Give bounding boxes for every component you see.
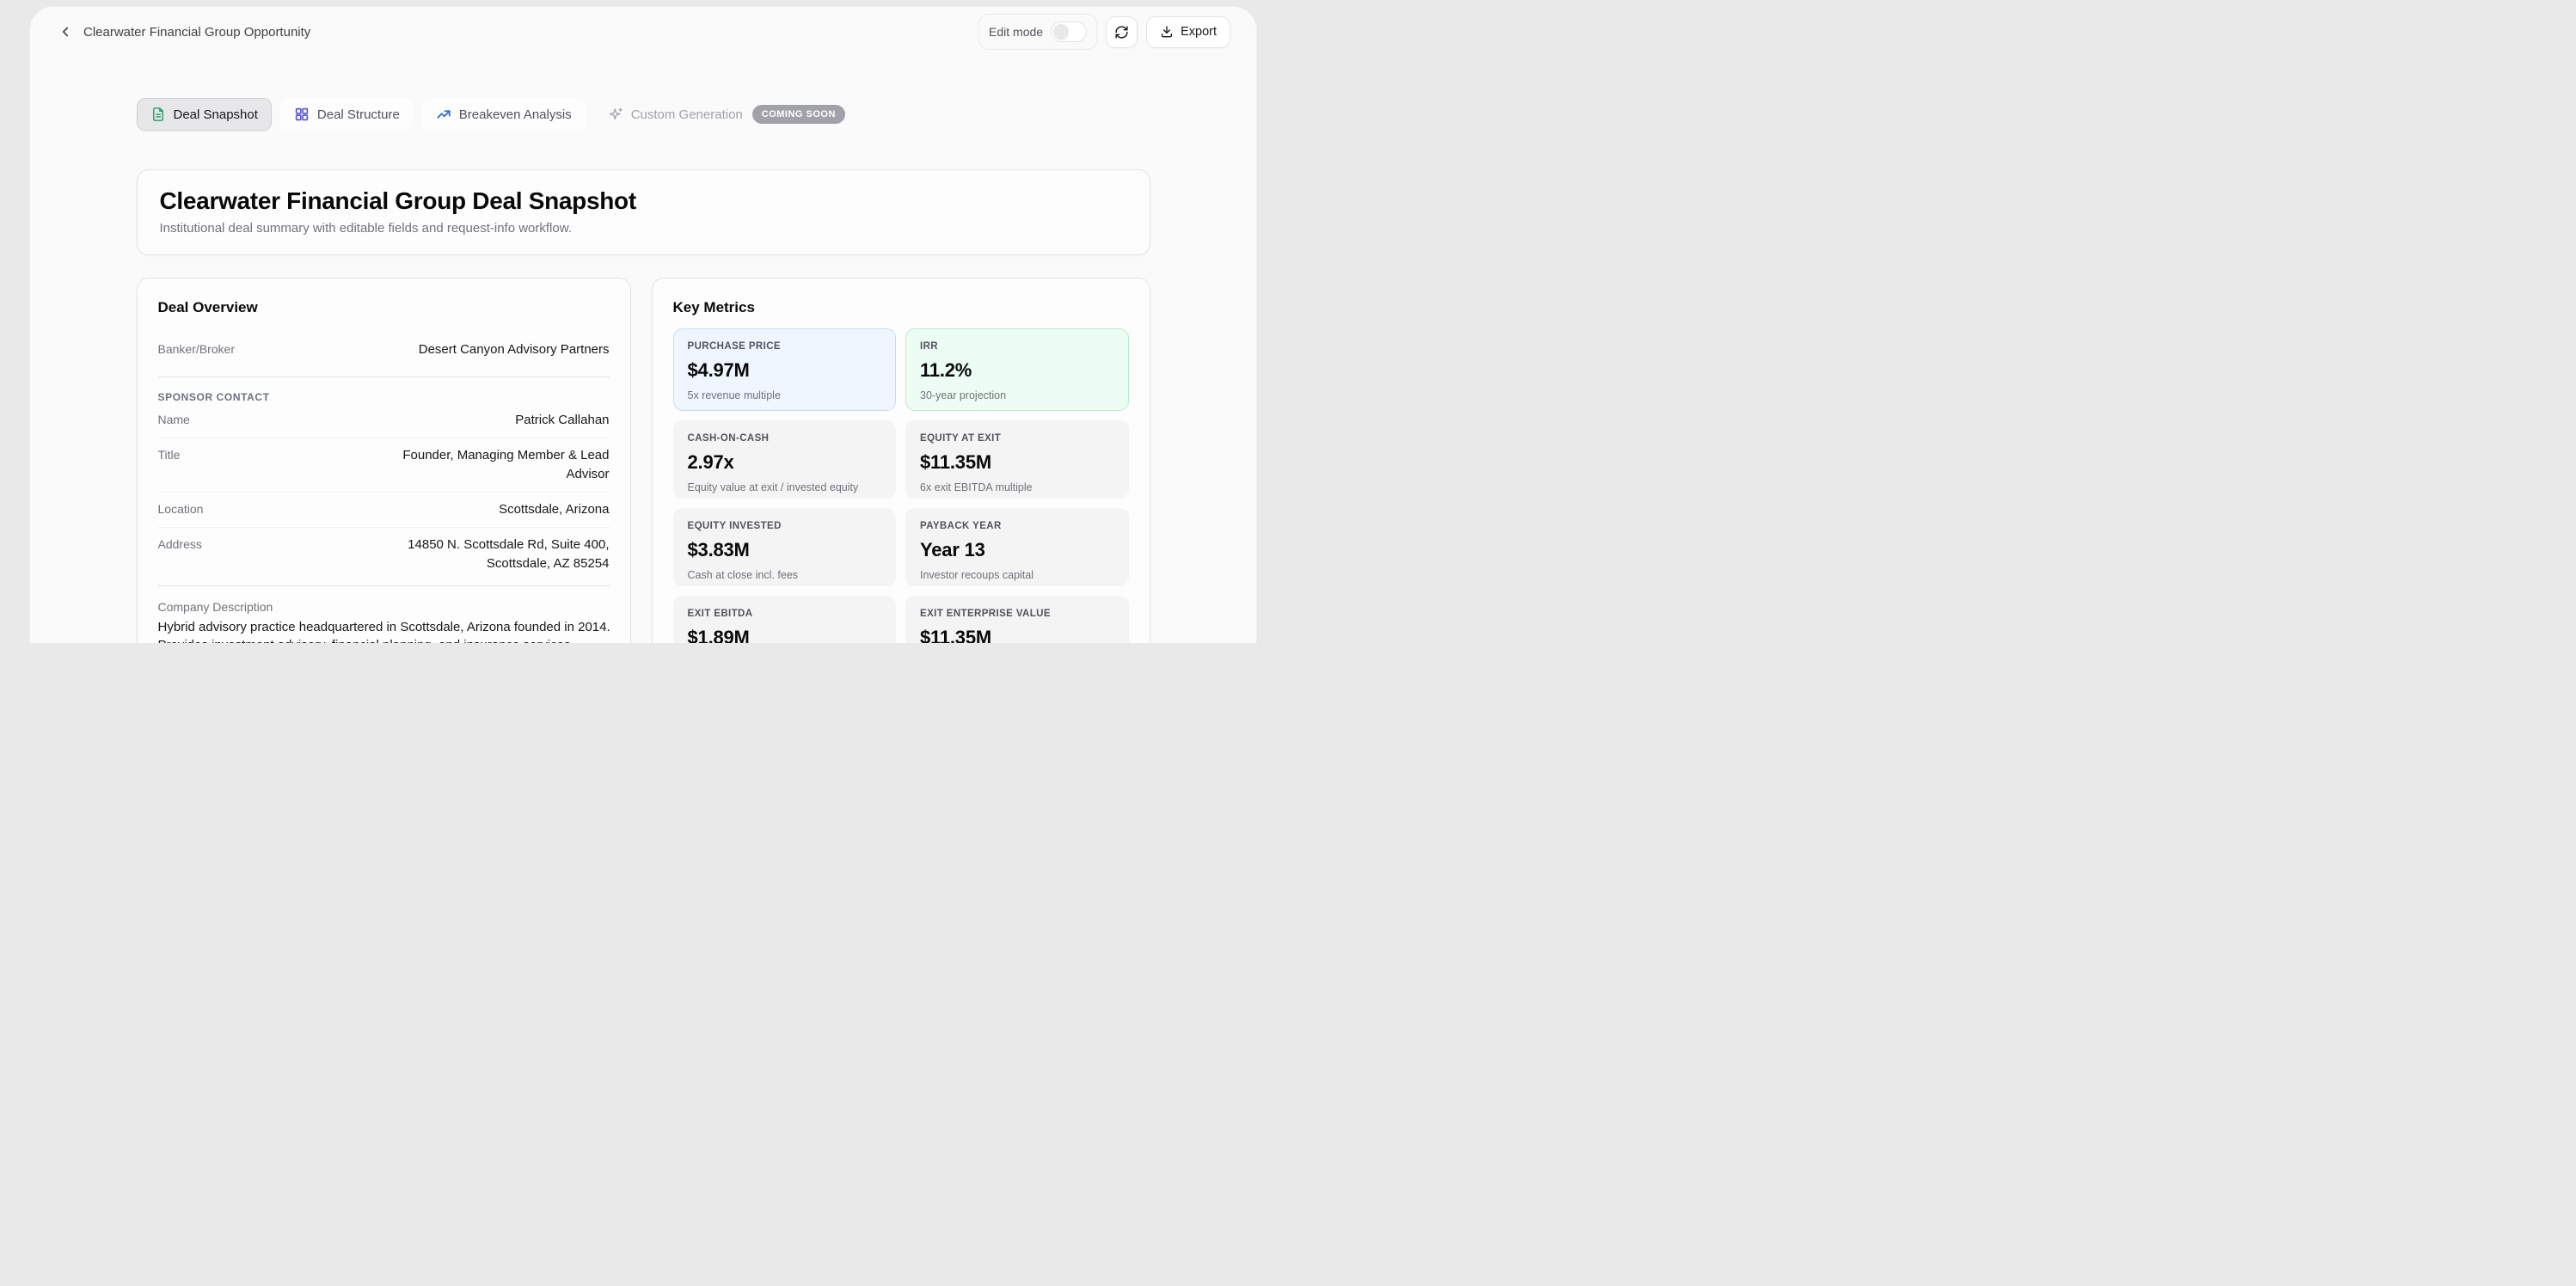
metric-tile-equity-at-exit: EQUITY AT EXIT $11.35M 6x exit EBITDA mu… (905, 420, 1129, 499)
metric-caption: 5x revenue multiple (688, 389, 882, 401)
refresh-button[interactable] (1106, 16, 1138, 48)
metric-value: 11.2% (920, 359, 1114, 382)
edit-mode-label: Edit mode (989, 25, 1043, 39)
metric-tile-purchase-price: PURCHASE PRICE $4.97M 5x revenue multipl… (673, 328, 897, 411)
sponsor-contact-heading: SPONSOR CONTACT (158, 391, 610, 403)
metric-tile-exit-ebitda: EXIT EBITDA $1.89M (673, 596, 897, 643)
metric-label: PURCHASE PRICE (688, 341, 882, 352)
metric-value: $1.89M (688, 627, 882, 643)
trend-up-icon (436, 107, 451, 122)
metric-caption: Cash at close incl. fees (688, 569, 882, 581)
metric-value: $4.97M (688, 359, 882, 382)
edit-mode-toggle[interactable] (1051, 21, 1087, 42)
field-value: Desert Canyon Advisory Partners (419, 340, 610, 359)
metric-label: EQUITY INVESTED (688, 521, 882, 531)
deal-overview-card: Deal Overview Banker/Broker Desert Canyo… (137, 278, 631, 643)
company-description-label: Company Description (158, 600, 610, 614)
header-actions: Edit mode Export (978, 14, 1230, 50)
breadcrumb-title: Clearwater Financial Group Opportunity (83, 25, 310, 40)
content-grid: Deal Overview Banker/Broker Desert Canyo… (137, 278, 1150, 643)
metric-tiles: PURCHASE PRICE $4.97M 5x revenue multipl… (673, 328, 1129, 643)
metric-label: EXIT EBITDA (688, 609, 882, 619)
coming-soon-badge: COMING SOON (752, 105, 845, 124)
file-text-icon (150, 107, 166, 122)
company-description-text: Hybrid advisory practice headquartered i… (158, 619, 611, 643)
tab-breakeven-analysis[interactable]: Breakeven Analysis (422, 98, 586, 131)
key-metrics-heading: Key Metrics (673, 299, 1129, 316)
chevron-left-icon (58, 24, 73, 40)
refresh-icon (1114, 25, 1129, 40)
field-row-title: Title Founder, Managing Member & Lead Ad… (158, 438, 610, 493)
metric-caption: Investor recoups capital (920, 569, 1114, 581)
metric-value: $11.35M (920, 451, 1114, 474)
metric-tile-irr: IRR 11.2% 30-year projection (905, 328, 1129, 411)
grid-icon (294, 107, 310, 122)
field-value: Patrick Callahan (515, 411, 609, 430)
field-label: Banker/Broker (158, 340, 235, 356)
tab-bar: Deal Snapshot Deal Structure Breakeven A… (137, 96, 1150, 132)
field-value: Founder, Managing Member & Lead Advisor (390, 446, 610, 484)
metric-tile-exit-enterprise-value: EXIT ENTERPRISE VALUE $11.35M (905, 596, 1129, 643)
tab-label: Deal Structure (317, 107, 400, 122)
page-title: Clearwater Financial Group Deal Snapshot (160, 187, 1127, 215)
export-label: Export (1181, 25, 1217, 39)
header-left: Clearwater Financial Group Opportunity (56, 22, 310, 41)
tab-label: Breakeven Analysis (459, 107, 572, 122)
metric-value: $3.83M (688, 539, 882, 561)
field-row-name: Name Patrick Callahan (158, 403, 610, 438)
metric-label: EXIT ENTERPRISE VALUE (920, 609, 1114, 619)
metric-caption: 30-year projection (920, 389, 1114, 401)
toggle-knob (1053, 24, 1069, 40)
page-title-card: Clearwater Financial Group Deal Snapshot… (137, 169, 1150, 255)
metric-value: Year 13 (920, 539, 1114, 561)
export-button[interactable]: Export (1146, 16, 1230, 48)
edit-mode-cluster: Edit mode (978, 14, 1097, 50)
field-label: Address (158, 536, 202, 551)
metric-value: $11.35M (920, 627, 1114, 643)
field-value: 14850 N. Scottsdale Rd, Suite 400, Scott… (390, 536, 610, 573)
field-row-banker: Banker/Broker Desert Canyon Advisory Par… (158, 330, 610, 377)
page-subtitle: Institutional deal summary with editable… (160, 221, 1127, 236)
metric-caption: Equity value at exit / invested equity (688, 481, 882, 493)
metric-caption: 6x exit EBITDA multiple (920, 481, 1114, 493)
metric-tile-equity-invested: EQUITY INVESTED $3.83M Cash at close inc… (673, 508, 897, 586)
field-label: Location (158, 500, 204, 516)
field-row-location: Location Scottsdale, Arizona (158, 493, 610, 528)
field-label: Name (158, 411, 190, 426)
tab-deal-structure[interactable]: Deal Structure (280, 98, 414, 131)
header: Clearwater Financial Group Opportunity E… (30, 7, 1256, 57)
field-row-address: Address 14850 N. Scottsdale Rd, Suite 40… (158, 528, 610, 586)
metric-value: 2.97x (688, 451, 882, 474)
field-value: Scottsdale, Arizona (499, 500, 609, 519)
download-icon (1160, 25, 1174, 39)
sparkles-icon (608, 107, 623, 122)
deal-overview-heading: Deal Overview (158, 299, 610, 316)
metric-tile-cash-on-cash: CASH-ON-CASH 2.97x Equity value at exit … (673, 420, 897, 499)
metric-label: CASH-ON-CASH (688, 433, 882, 444)
back-button[interactable] (56, 22, 75, 41)
main-content: Deal Snapshot Deal Structure Breakeven A… (137, 96, 1150, 643)
app-viewport: Clearwater Financial Group Opportunity E… (0, 0, 1288, 643)
tab-deal-snapshot[interactable]: Deal Snapshot (137, 98, 272, 131)
app-window: Clearwater Financial Group Opportunity E… (29, 6, 1257, 643)
metric-label: PAYBACK YEAR (920, 521, 1114, 531)
metric-label: IRR (920, 341, 1114, 352)
metric-tile-payback-year: PAYBACK YEAR Year 13 Investor recoups ca… (905, 508, 1129, 586)
sponsor-contact-fields: Name Patrick Callahan Title Founder, Man… (158, 403, 610, 586)
metric-label: EQUITY AT EXIT (920, 433, 1114, 444)
tab-custom-generation: Custom Generation COMING SOON (594, 96, 859, 132)
key-metrics-card: Key Metrics PURCHASE PRICE $4.97M 5x rev… (652, 278, 1150, 643)
field-label: Title (158, 446, 181, 462)
tab-label: Deal Snapshot (174, 107, 258, 122)
tab-label: Custom Generation (631, 107, 743, 122)
